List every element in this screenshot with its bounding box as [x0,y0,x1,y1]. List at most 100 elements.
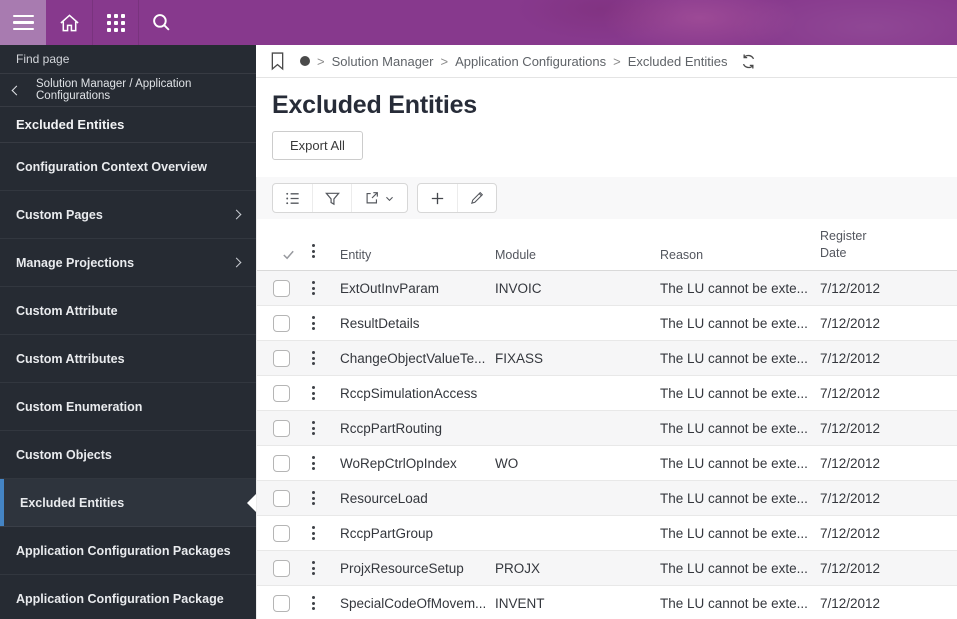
record-dot-icon [300,56,310,66]
sidebar-item-excluded-entities[interactable]: Excluded Entities [0,479,256,527]
cell-reason: The LU cannot be exte... [660,385,808,401]
entities-grid: Entity Module Reason Register Date ExtOu… [256,177,957,619]
export-menu-button[interactable] [351,184,407,212]
selected-notch [247,493,256,512]
breadcrumb: > Solution Manager > Application Configu… [256,45,957,78]
cell-entity: RccpPartRouting [340,420,443,436]
kebab-icon[interactable] [306,592,321,614]
column-header-entity[interactable]: Entity [340,248,495,262]
cell-reason: The LU cannot be exte... [660,420,808,436]
cell-register-date: 7/12/2012 [820,455,881,471]
checkmark-icon [283,250,294,260]
edit-row-button[interactable] [457,184,496,212]
kebab-icon[interactable] [306,347,321,369]
home-button[interactable] [46,0,92,45]
row-checkbox[interactable] [273,489,290,507]
cell-entity: ChangeObjectValueTe... [340,350,486,366]
sidebar-item-label: Application Configuration Packages [16,543,231,558]
table-row[interactable]: ResourceLoad The LU cannot be exte... 7/… [257,481,957,516]
cell-reason: The LU cannot be exte... [660,455,808,471]
table-row[interactable]: ChangeObjectValueTe... FIXASS The LU can… [257,341,957,376]
cell-reason: The LU cannot be exte... [660,350,808,366]
bookmark-icon[interactable] [270,51,285,71]
kebab-icon[interactable] [306,382,321,404]
column-header-register-date[interactable]: Register Date [820,228,882,262]
cell-reason: The LU cannot be exte... [660,595,808,611]
sidebar-item-custom-attribute[interactable]: Custom Attribute [0,287,256,335]
refresh-icon [743,54,755,68]
view-actions-group [272,183,408,213]
row-checkbox[interactable] [273,419,290,437]
column-header-reason[interactable]: Reason [660,248,820,262]
row-checkbox[interactable] [273,384,290,402]
kebab-icon[interactable] [306,277,321,299]
table-row[interactable]: ExtOutInvParam INVOIC The LU cannot be e… [257,271,957,306]
menu-button[interactable] [0,0,46,45]
table-row[interactable]: RccpPartRouting The LU cannot be exte...… [257,411,957,446]
filter-button[interactable] [312,184,351,212]
cell-entity: RccpPartGroup [340,525,434,541]
row-checkbox[interactable] [273,279,290,297]
search-button[interactable] [138,0,184,45]
chevron-down-icon [386,196,393,201]
breadcrumb-link-solution-manager[interactable]: Solution Manager [332,54,434,69]
main-content: > Solution Manager > Application Configu… [256,45,957,619]
column-header-module[interactable]: Module [495,248,660,262]
sidebar-item-custom-pages[interactable]: Custom Pages [0,191,256,239]
table-row[interactable]: RccpSimulationAccess The LU cannot be ex… [257,376,957,411]
sidebar-item-custom-objects[interactable]: Custom Objects [0,431,256,479]
cell-reason: The LU cannot be exte... [660,560,808,576]
sidebar-item-manage-projections[interactable]: Manage Projections [0,239,256,287]
row-checkbox[interactable] [273,559,290,577]
kebab-icon[interactable] [306,522,321,544]
row-checkbox[interactable] [273,594,290,612]
sidebar-item-custom-enumeration[interactable]: Custom Enumeration [0,383,256,431]
cell-register-date: 7/12/2012 [820,315,881,331]
chevron-right-icon [231,209,242,220]
table-row[interactable]: ResultDetails The LU cannot be exte... 7… [257,306,957,341]
add-row-button[interactable] [418,184,457,212]
kebab-icon[interactable] [306,312,321,334]
cell-module: INVENT [495,595,545,611]
table-row[interactable]: WoRepCtrlOpIndex WO The LU cannot be ext… [257,446,957,481]
sidebar-item-label: Application Configuration Package [16,591,224,606]
row-checkbox[interactable] [273,524,290,542]
cell-entity: ResultDetails [340,315,420,331]
export-all-button[interactable]: Export All [272,131,363,160]
row-checkbox[interactable] [273,454,290,472]
list-view-button[interactable] [273,184,312,212]
table-row[interactable]: ProjxResourceSetup PROJX The LU cannot b… [257,551,957,586]
table-row[interactable]: RccpPartGroup The LU cannot be exte... 7… [257,516,957,551]
share-icon [366,192,378,204]
kebab-icon[interactable] [306,417,321,439]
sidebar-item-application-configuration-packages[interactable]: Application Configuration Packages [0,527,256,575]
breadcrumb-link-excluded-entities[interactable]: Excluded Entities [628,54,728,69]
breadcrumb-link-application-configurations[interactable]: Application Configurations [455,54,606,69]
kebab-icon[interactable] [306,487,321,509]
table-row[interactable]: SpecialCodeOfMovem... INVENT The LU cann… [257,586,957,619]
sidebar-item-label: Manage Projections [16,255,135,270]
find-page-input[interactable]: Find page [0,45,256,74]
chevron-left-icon [11,85,22,95]
row-menu-header [304,240,340,262]
sidebar-item-label: Custom Objects [16,447,112,462]
app-launcher-button[interactable] [92,0,138,45]
cell-module: FIXASS [495,350,544,366]
cell-register-date: 7/12/2012 [820,595,881,611]
sidebar-item-application-configuration-package[interactable]: Application Configuration Package [0,575,256,619]
kebab-icon[interactable] [306,452,321,474]
sidebar-item-configuration-context-overview[interactable]: Configuration Context Overview [0,143,256,191]
sidebar-back-button[interactable]: Solution Manager / Application Configura… [0,74,256,107]
breadcrumb-separator: > [317,53,325,69]
cell-register-date: 7/12/2012 [820,280,881,296]
sidebar-item-label: Configuration Context Overview [16,159,207,174]
sidebar-item-label: Custom Attribute [16,303,118,318]
row-checkbox[interactable] [273,314,290,332]
kebab-icon[interactable] [306,557,321,579]
plus-icon [431,192,444,204]
filter-icon [324,192,340,205]
row-checkbox[interactable] [273,349,290,367]
select-all-header[interactable] [273,247,304,262]
refresh-button[interactable] [740,53,757,70]
sidebar-item-custom-attributes[interactable]: Custom Attributes [0,335,256,383]
